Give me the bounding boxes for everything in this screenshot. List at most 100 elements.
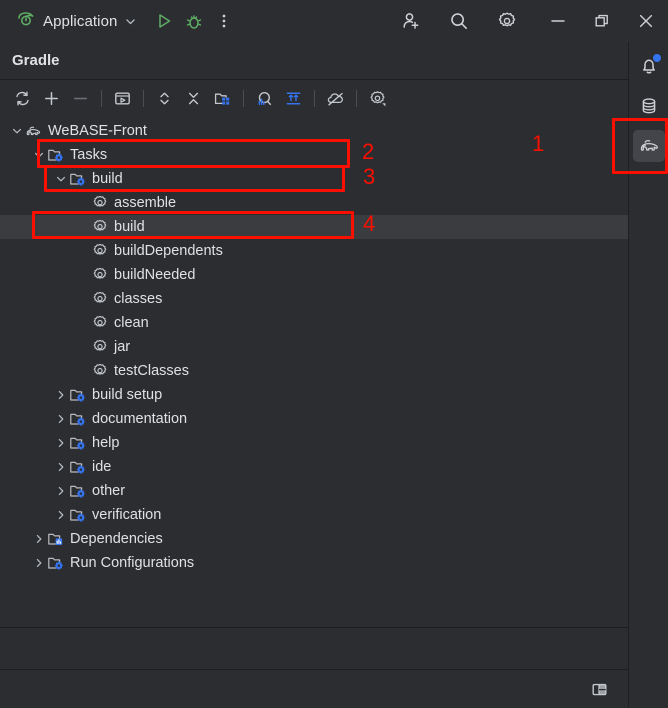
title-bar: Application xyxy=(0,0,668,42)
gradle-task-gear-icon xyxy=(91,266,109,284)
unlink-gradle-project-button[interactable] xyxy=(66,84,95,113)
tree-row[interactable]: other xyxy=(0,479,628,503)
chevron-down-icon[interactable] xyxy=(52,167,69,191)
tool-window-stripe-right xyxy=(628,42,668,708)
tree-twisty-placeholder xyxy=(74,263,91,287)
tree-row[interactable]: build setup xyxy=(0,383,628,407)
gradle-task-gear-icon xyxy=(91,362,109,380)
tool-window-title: Gradle xyxy=(12,52,60,69)
tree-row[interactable]: jar xyxy=(0,335,628,359)
chevron-right-icon[interactable] xyxy=(52,455,69,479)
folder-gradle-icon xyxy=(69,458,87,476)
tree-row-label: build setup xyxy=(92,387,163,403)
search-everywhere-button[interactable] xyxy=(444,6,474,36)
collapse-all-button[interactable] xyxy=(179,84,208,113)
gradle-task-gear-icon xyxy=(91,194,109,212)
chevron-right-icon[interactable] xyxy=(52,383,69,407)
title-bar-left-group: Application xyxy=(0,6,239,37)
reload-all-gradle-projects-button[interactable] xyxy=(8,84,37,113)
restore-button[interactable] xyxy=(580,0,624,42)
tree-twisty-placeholder xyxy=(74,215,91,239)
close-button[interactable] xyxy=(624,0,668,42)
tree-row[interactable]: ide xyxy=(0,455,628,479)
tool-window-divider-upper xyxy=(0,627,628,628)
gradle-task-gear-icon xyxy=(91,338,109,356)
gradle-task-gear-icon xyxy=(91,242,109,260)
chevron-right-icon[interactable] xyxy=(30,527,47,551)
gradle-elephant-icon xyxy=(25,122,43,140)
chevron-down-icon xyxy=(124,15,137,28)
tree-row[interactable]: Run Configurations xyxy=(0,551,628,575)
spring-boot-leaf-icon xyxy=(16,9,36,34)
code-with-me-button[interactable] xyxy=(396,6,426,36)
chevron-right-icon[interactable] xyxy=(52,503,69,527)
tree-row[interactable]: documentation xyxy=(0,407,628,431)
database-button[interactable] xyxy=(633,90,665,122)
gradle-task-gear-icon xyxy=(91,314,109,332)
toggle-tasks-grouping-button[interactable] xyxy=(208,84,237,113)
annotation-number-1: 1 xyxy=(532,131,545,156)
tree-row-label: other xyxy=(92,483,126,499)
folder-gradle-icon xyxy=(69,386,87,404)
tree-row[interactable]: build xyxy=(0,167,628,191)
tree-row[interactable]: build xyxy=(0,215,628,239)
align-button[interactable] xyxy=(279,84,308,113)
tree-row[interactable]: buildDependents xyxy=(0,239,628,263)
run-configuration-button[interactable] xyxy=(108,84,137,113)
tree-row[interactable]: help xyxy=(0,431,628,455)
tree-row-label: help xyxy=(92,435,120,451)
gradle-settings-button[interactable] xyxy=(363,84,392,113)
tree-row-label: ide xyxy=(92,459,112,475)
folder-gradle-icon xyxy=(69,410,87,428)
folder-gradle-icon xyxy=(47,554,65,572)
chevron-right-icon[interactable] xyxy=(52,479,69,503)
chevron-down-icon[interactable] xyxy=(30,143,47,167)
tree-row[interactable]: testClasses xyxy=(0,359,628,383)
tree-row-label: documentation xyxy=(92,411,188,427)
tree-row[interactable]: Dependencies xyxy=(0,527,628,551)
annotation-number-4: 4 xyxy=(363,211,376,236)
tree-row[interactable]: verification xyxy=(0,503,628,527)
run-configuration-selector[interactable]: Application xyxy=(13,6,143,37)
annotation-number-2: 2 xyxy=(362,139,375,164)
tree-row-label: verification xyxy=(92,507,162,523)
tree-row[interactable]: clean xyxy=(0,311,628,335)
tree-row-label: buildDependents xyxy=(114,243,223,259)
run-configuration-name: Application xyxy=(43,12,118,30)
tree-row-label: Run Configurations xyxy=(70,555,195,571)
chevron-right-icon[interactable] xyxy=(30,551,47,575)
tree-twisty-placeholder xyxy=(74,191,91,215)
toolbar-separator xyxy=(243,90,244,107)
tree-row-label: jar xyxy=(114,339,131,355)
tree-row-label: clean xyxy=(114,315,149,331)
annotation-number-3: 3 xyxy=(363,164,376,189)
more-actions-button[interactable] xyxy=(209,6,239,36)
debug-button[interactable] xyxy=(179,6,209,36)
chevron-right-icon[interactable] xyxy=(52,431,69,455)
chevron-right-icon[interactable] xyxy=(52,407,69,431)
folder-gradle-icon xyxy=(69,506,87,524)
tree-row[interactable]: buildNeeded xyxy=(0,263,628,287)
gradle-project-tree[interactable]: WeBASE-Front Tasks build assemble build build… xyxy=(0,117,628,708)
tree-twisty-placeholder xyxy=(74,311,91,335)
tree-twisty-placeholder xyxy=(74,239,91,263)
folder-gradle-icon xyxy=(69,170,87,188)
analyze-dependencies-button[interactable] xyxy=(250,84,279,113)
settings-button[interactable] xyxy=(492,6,522,36)
gradle-stripe-button[interactable] xyxy=(632,130,665,162)
tree-twisty-placeholder xyxy=(74,359,91,383)
layout-button[interactable] xyxy=(585,675,614,704)
tree-row[interactable]: classes xyxy=(0,287,628,311)
folder-dependencies-icon xyxy=(47,530,65,548)
tree-row[interactable]: assemble xyxy=(0,191,628,215)
link-gradle-project-button[interactable] xyxy=(37,84,66,113)
run-button[interactable] xyxy=(149,6,179,36)
expand-all-button[interactable] xyxy=(150,84,179,113)
toggle-offline-mode-button[interactable] xyxy=(321,84,350,113)
tool-window-header: Gradle xyxy=(0,42,628,80)
minimize-button[interactable] xyxy=(536,0,580,42)
notifications-button[interactable] xyxy=(633,50,665,82)
chevron-down-icon[interactable] xyxy=(8,119,25,143)
toolbar-separator xyxy=(356,90,357,107)
tree-row-label: build xyxy=(114,219,145,235)
